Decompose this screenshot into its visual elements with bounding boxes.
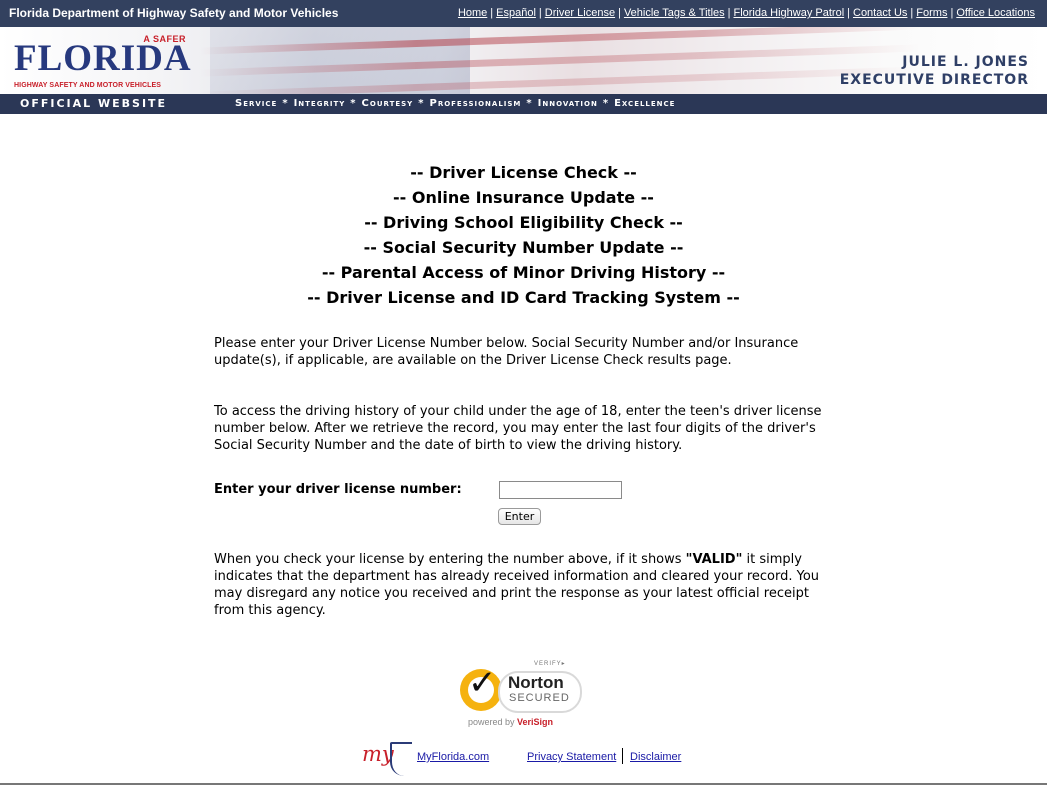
myflorida-link[interactable]: MyFlorida.com <box>417 751 489 763</box>
heading-tracking-system: -- Driver License and ID Card Tracking S… <box>307 288 740 307</box>
star-separator: * <box>282 98 289 109</box>
nav-office-locations-link[interactable]: Office Locations <box>956 7 1035 19</box>
star-separator: * <box>418 98 425 109</box>
value-item: Service <box>235 98 278 109</box>
heading-driver-license-check: -- Driver License Check -- <box>410 163 637 182</box>
verisign-text: VeriSign <box>517 717 554 727</box>
director-title: EXECUTIVE DIRECTOR <box>839 72 1029 88</box>
service-headings: -- Driver License Check -- -- Online Ins… <box>0 160 1047 310</box>
valid-notice: When you check your license by entering … <box>214 551 839 619</box>
enter-button[interactable]: Enter <box>498 508 541 525</box>
florida-outline-icon <box>390 742 412 776</box>
nav-home-link[interactable]: Home <box>458 7 487 19</box>
nav-separator: | <box>950 7 954 19</box>
valid-keyword: "VALID" <box>685 552 743 567</box>
footer: my MyFlorida.com Privacy Statement Discl… <box>0 742 1047 776</box>
value-item: Courtesy <box>361 98 414 109</box>
department-title: Florida Department of Highway Safety and… <box>9 6 339 20</box>
checkmark-icon: ✓ <box>468 663 497 703</box>
nav-vehicle-tags-link[interactable]: Vehicle Tags & Titles <box>624 7 725 19</box>
heading-online-insurance-update: -- Online Insurance Update -- <box>393 188 654 207</box>
intro-paragraph: Please enter your Driver License Number … <box>214 336 799 368</box>
footer-divider <box>622 748 623 764</box>
nav-driver-license-link[interactable]: Driver License <box>545 7 615 19</box>
value-item: Integrity <box>293 98 346 109</box>
director-name: JULIE L. JONES <box>902 54 1029 70</box>
agency-values: Service * Integrity * Courtesy * Professionali… <box>235 98 675 109</box>
valid-notice-text-start: When you check your license by entering … <box>214 552 686 567</box>
value-item: Professionalism <box>429 98 522 109</box>
norton-verify-label: VERIFY▸ <box>534 661 566 667</box>
nav-contact-us-link[interactable]: Contact Us <box>853 7 907 19</box>
parental-text: To access the driving history of your ch… <box>214 403 839 454</box>
header-banner: A SAFER FLORIDA HIGHWAY SAFETY AND MOTOR… <box>0 27 1047 94</box>
executive-director: JULIE L. JONES EXECUTIVE DIRECTOR <box>840 53 1029 89</box>
dl-number-input[interactable] <box>499 481 622 499</box>
nav-separator: | <box>490 7 494 19</box>
dl-number-label: Enter your driver license number: <box>214 482 462 497</box>
heading-driving-school-eligibility: -- Driving School Eligibility Check -- <box>364 213 683 232</box>
values-bar: OFFICIAL WEBSITE Service * Integrity * Court… <box>0 94 1047 114</box>
top-nav: Home | Español | Driver License | Vehicle Tags… <box>458 7 1035 19</box>
star-separator: * <box>602 98 610 109</box>
star-separator: * <box>526 98 533 109</box>
norton-secured-label: SECURED <box>509 692 570 704</box>
disclaimer-link[interactable]: Disclaimer <box>630 751 681 763</box>
logo-florida-word: FLORIDA <box>14 38 192 79</box>
star-separator: * <box>350 98 357 109</box>
flhsmv-logo[interactable]: A SAFER FLORIDA HIGHWAY SAFETY AND MOTOR… <box>14 30 192 92</box>
logo-tagline: HIGHWAY SAFETY AND MOTOR VEHICLES <box>14 82 162 89</box>
nav-separator: | <box>847 7 850 19</box>
nav-separator: | <box>618 7 621 19</box>
powered-by-verisign: powered by VeriSign <box>468 717 553 727</box>
powered-by-text: powered by <box>468 717 518 727</box>
nav-forms-link[interactable]: Forms <box>916 7 947 19</box>
heading-parental-access: -- Parental Access of Minor Driving Hist… <box>321 263 726 282</box>
parental-paragraph: To access the driving history of your ch… <box>214 404 822 453</box>
value-item: Innovation <box>537 98 598 109</box>
heading-ssn-update: -- Social Security Number Update -- <box>363 238 684 257</box>
top-bar: Florida Department of Highway Safety and… <box>0 0 1047 27</box>
myflorida-logo-text: my <box>362 742 394 766</box>
value-item: Excellence <box>614 98 676 109</box>
myflorida-logo[interactable]: my <box>362 740 414 780</box>
norton-name: Norton <box>508 673 564 692</box>
norton-secured-seal[interactable]: VERIFY▸ ✓ Norton SECURED powered by Veri… <box>458 660 583 730</box>
nav-highway-patrol-link[interactable]: Florida Highway Patrol <box>733 7 844 19</box>
nav-espanol-link[interactable]: Español <box>496 7 536 19</box>
intro-text: Please enter your Driver License Number … <box>214 335 839 369</box>
official-website-label: OFFICIAL WEBSITE <box>20 97 168 110</box>
nav-separator: | <box>910 7 914 19</box>
privacy-statement-link[interactable]: Privacy Statement <box>527 751 616 763</box>
nav-separator: | <box>538 7 542 19</box>
